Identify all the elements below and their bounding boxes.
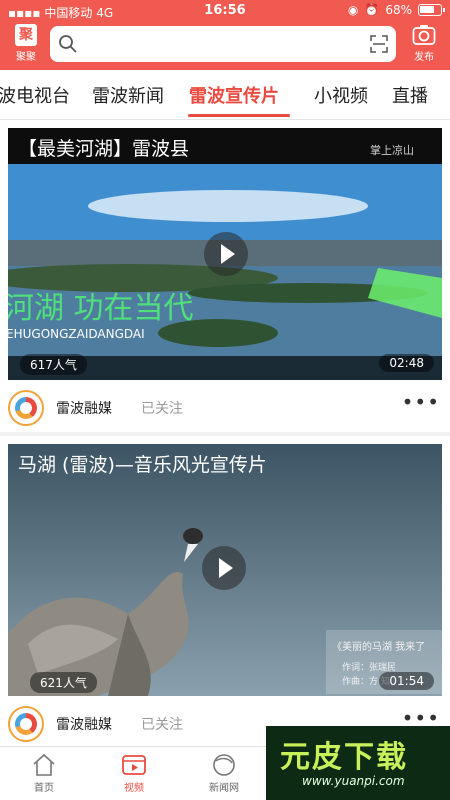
search-icon <box>59 35 77 53</box>
publisher-name[interactable]: 雷波融媒 <box>56 714 112 734</box>
video-thumbnail[interactable]: 河湖 功在当代 EHUGONGZAIDANGDAI 掌上凉山 【最美河湖】雷波县… <box>8 128 442 380</box>
nav-home-label: 首页 <box>34 783 54 794</box>
follow-status[interactable]: 已关注 <box>141 714 183 734</box>
video-card: 《美丽的马湖 我来了 作词：张瑞民 作曲：方 知 马湖 (雷波)—音乐风光宣传片… <box>0 436 450 746</box>
play-icon[interactable] <box>202 546 246 590</box>
watermark-url: www.yuanpi.com <box>302 774 405 788</box>
location-icon: ◉ <box>347 3 359 17</box>
view-count: 621人气 <box>30 672 97 693</box>
category-tabs: 波电视台 雷波新闻 雷波宣传片 小视频 直播 <box>0 70 450 120</box>
app-header: ▪▪▪▪ 中国移动 4G 16:56 ◉ ⏰ 68% 聚 聚聚 发布 <box>0 0 450 70</box>
video-duration: 02:48 <box>379 354 434 372</box>
app-logo-label: 聚聚 <box>16 52 36 63</box>
overlay-caption: 河湖 功在当代 <box>8 291 194 326</box>
more-options-icon[interactable]: ••• <box>402 390 440 414</box>
channel-badge: 掌上凉山 <box>370 143 414 157</box>
tab-leibo-promo[interactable]: 雷波宣传片 <box>189 82 279 108</box>
video-title: 马湖 (雷波)—音乐风光宣传片 <box>18 454 267 476</box>
tab-live[interactable]: 直播 <box>392 82 428 108</box>
publish-button[interactable]: 发布 <box>408 24 440 66</box>
tab-tv-station[interactable]: 波电视台 <box>0 82 70 108</box>
camera-icon <box>412 25 436 45</box>
scan-icon[interactable] <box>370 35 388 53</box>
battery-percent: 68% <box>385 3 412 17</box>
play-icon[interactable] <box>204 232 248 276</box>
video-card: 河湖 功在当代 EHUGONGZAIDANGDAI 掌上凉山 【最美河湖】雷波县… <box>0 120 450 432</box>
nav-home[interactable]: 首页 <box>14 753 74 794</box>
publisher-name[interactable]: 雷波融媒 <box>56 398 112 418</box>
search-input[interactable] <box>50 26 396 62</box>
status-bar: ▪▪▪▪ 中国移动 4G 16:56 ◉ ⏰ 68% <box>0 0 450 22</box>
video-title: 【最美河湖】雷波县 <box>18 138 190 160</box>
overlay-subcaption: EHUGONGZAIDANGDAI <box>8 327 145 341</box>
nav-video-label: 视频 <box>124 783 144 794</box>
battery-icon <box>418 4 445 16</box>
nav-news-label: 新闻网 <box>209 783 239 794</box>
nav-news-net[interactable]: 新闻网 <box>194 753 254 794</box>
home-icon <box>33 753 55 776</box>
news-globe-icon <box>213 754 235 776</box>
watermark-text: 元皮下载 <box>280 740 408 775</box>
publish-label: 发布 <box>414 52 434 63</box>
lyric-title: 《美丽的马湖 我来了 <box>332 640 425 653</box>
video-icon <box>122 755 146 775</box>
publisher-row: 雷波融媒 已关注 ••• <box>0 380 450 432</box>
publisher-avatar[interactable] <box>8 390 44 426</box>
alarm-icon: ⏰ <box>364 3 380 17</box>
status-right: ◉ ⏰ 68% <box>347 3 445 17</box>
view-count: 617人气 <box>20 354 87 375</box>
app-logo-icon: 聚 <box>15 24 37 46</box>
follow-status[interactable]: 已关注 <box>141 398 183 418</box>
watermark-logo: 元皮下载 www.yuanpi.com <box>266 726 450 800</box>
app-logo-button[interactable]: 聚 聚聚 <box>10 24 42 66</box>
nav-video[interactable]: 视频 <box>104 753 164 794</box>
video-thumbnail[interactable]: 《美丽的马湖 我来了 作词：张瑞民 作曲：方 知 马湖 (雷波)—音乐风光宣传片… <box>8 444 442 696</box>
publisher-avatar[interactable] <box>8 706 44 742</box>
video-duration: 01:54 <box>379 672 434 690</box>
tab-short-video[interactable]: 小视频 <box>314 82 368 108</box>
tab-leibo-news[interactable]: 雷波新闻 <box>92 82 164 108</box>
active-tab-indicator <box>188 114 290 117</box>
